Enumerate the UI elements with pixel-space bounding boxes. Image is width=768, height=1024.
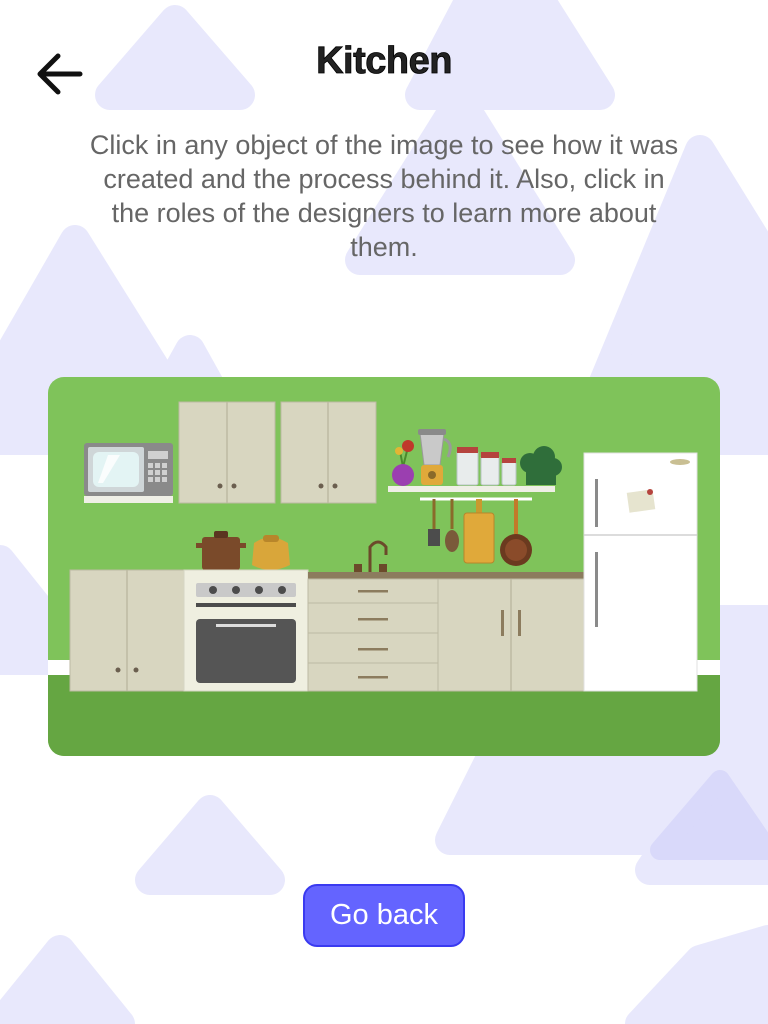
go-back-button[interactable]: Go back: [303, 884, 465, 947]
fridge-note[interactable]: [626, 489, 656, 513]
page-title: Kitchen: [316, 40, 453, 83]
kitchen-illustration: [48, 377, 720, 756]
lower-cabinet-right[interactable]: [437, 578, 585, 692]
shelf: [388, 486, 555, 492]
instructions-text: Click in any object of the image to see …: [89, 130, 679, 262]
microwave[interactable]: [84, 443, 173, 503]
stove-oven[interactable]: [183, 569, 309, 692]
countertop: [308, 572, 584, 579]
refrigerator[interactable]: [583, 452, 698, 692]
drawers[interactable]: [307, 578, 439, 692]
